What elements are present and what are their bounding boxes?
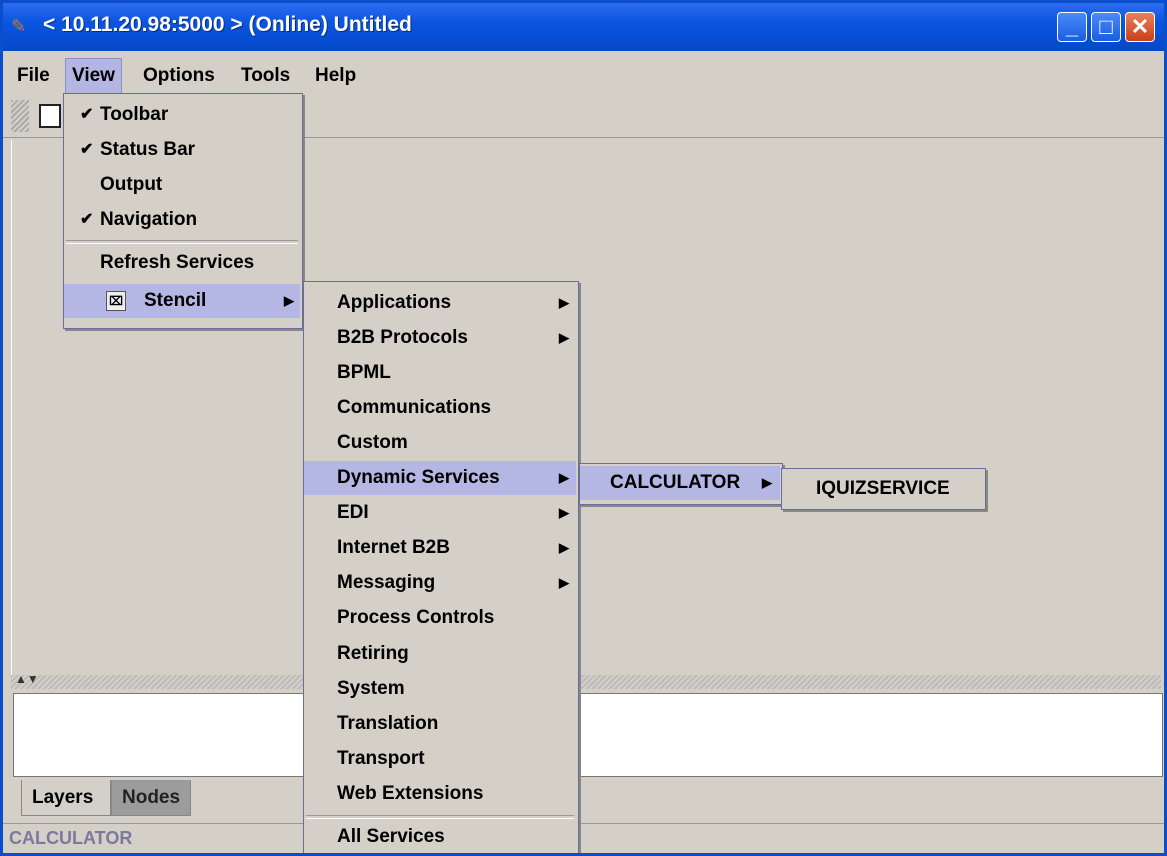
minimize-button[interactable]: _ xyxy=(1057,12,1087,42)
toolbar-grip[interactable] xyxy=(11,100,29,132)
maximize-button[interactable]: □ xyxy=(1091,12,1121,42)
menu-item-toolbar[interactable]: ✔ Toolbar xyxy=(64,98,300,132)
tab-layers[interactable]: Layers xyxy=(21,780,111,816)
submenu-arrow-icon: ▶ xyxy=(284,293,294,308)
menu-item-messaging[interactable]: Messaging ▶ xyxy=(304,566,576,600)
menu-item-process-controls[interactable]: Process Controls xyxy=(304,601,576,635)
menu-file[interactable]: File xyxy=(11,58,56,94)
submenu-arrow-icon: ▶ xyxy=(559,505,569,520)
menu-item-stencil[interactable]: ⌧ Stencil ▶ xyxy=(64,284,300,318)
menu-item-b2b-protocols[interactable]: B2B Protocols ▶ xyxy=(304,321,576,355)
menu-separator xyxy=(66,240,298,244)
menu-tools[interactable]: Tools xyxy=(235,58,296,94)
menu-item-bpml[interactable]: BPML xyxy=(304,356,576,390)
menu-item-status-bar[interactable]: ✔ Status Bar xyxy=(64,133,300,167)
checkbox-checked-icon: ✔ xyxy=(80,141,94,158)
menu-bar: File View Options Tools Help xyxy=(3,58,1164,94)
window-title: < 10.11.20.98:5000 > (Online) Untitled xyxy=(43,13,412,36)
submenu-arrow-icon: ▶ xyxy=(559,295,569,310)
menu-item-navigation[interactable]: ✔ Navigation xyxy=(64,203,300,237)
stencil-submenu: Applications ▶ B2B Protocols ▶ BPML Comm… xyxy=(303,281,579,853)
status-text: CALCULATOR xyxy=(9,828,133,848)
menu-item-all-services[interactable]: All Services xyxy=(304,820,576,853)
close-button[interactable]: ✕ xyxy=(1125,12,1155,42)
view-menu: ✔ Toolbar ✔ Status Bar Output ✔ Navigati… xyxy=(63,93,303,329)
new-document-icon[interactable] xyxy=(39,104,61,128)
menu-item-dynamic-services[interactable]: Dynamic Services ▶ xyxy=(304,461,576,495)
menu-item-iquizservice[interactable]: IQUIZSERVICE xyxy=(782,472,983,506)
menu-item-edi[interactable]: EDI ▶ xyxy=(304,496,576,530)
tab-nodes[interactable]: Nodes xyxy=(111,780,191,816)
menu-item-system[interactable]: System xyxy=(304,672,576,706)
menu-item-translation[interactable]: Translation xyxy=(304,707,576,741)
dynamic-services-submenu: CALCULATOR ▶ xyxy=(579,463,783,505)
checkbox-checked-icon: ✔ xyxy=(80,106,94,123)
minimize-icon: _ xyxy=(1065,14,1079,39)
application-window: ✎ < 10.11.20.98:5000 > (Online) Untitled… xyxy=(0,0,1167,856)
stencil-icon: ⌧ xyxy=(106,291,126,311)
menu-item-communications[interactable]: Communications xyxy=(304,391,576,425)
menu-item-applications[interactable]: Applications ▶ xyxy=(304,286,576,320)
submenu-arrow-icon: ▶ xyxy=(559,330,569,345)
menu-help[interactable]: Help xyxy=(309,58,362,94)
menu-item-custom[interactable]: Custom xyxy=(304,426,576,460)
status-bar: CALCULATOR xyxy=(3,823,1164,853)
app-icon: ✎ xyxy=(11,16,27,36)
calculator-submenu: IQUIZSERVICE xyxy=(781,468,986,510)
output-pane[interactable] xyxy=(13,693,1163,777)
menu-view[interactable]: View xyxy=(65,58,122,94)
menu-item-retiring[interactable]: Retiring xyxy=(304,637,576,671)
menu-separator xyxy=(306,815,574,819)
menu-item-web-extensions[interactable]: Web Extensions xyxy=(304,777,576,811)
menu-item-calculator[interactable]: CALCULATOR ▶ xyxy=(580,466,780,500)
submenu-arrow-icon: ▶ xyxy=(762,475,772,490)
menu-item-internet-b2b[interactable]: Internet B2B ▶ xyxy=(304,531,576,565)
splitter-arrows-icon[interactable]: ▲▼ xyxy=(15,672,39,686)
title-bar[interactable]: ✎ < 10.11.20.98:5000 > (Online) Untitled… xyxy=(3,3,1164,51)
close-icon: ✕ xyxy=(1130,14,1150,39)
menu-item-refresh-services[interactable]: Refresh Services xyxy=(64,246,300,280)
submenu-arrow-icon: ▶ xyxy=(559,470,569,485)
submenu-arrow-icon: ▶ xyxy=(559,540,569,555)
pane-splitter[interactable]: ▲▼ xyxy=(11,672,1161,689)
maximize-icon: □ xyxy=(1099,14,1113,39)
menu-item-transport[interactable]: Transport xyxy=(304,742,576,776)
menu-item-output[interactable]: Output xyxy=(64,168,300,202)
menu-options[interactable]: Options xyxy=(137,58,221,94)
checkbox-checked-icon: ✔ xyxy=(80,211,94,228)
submenu-arrow-icon: ▶ xyxy=(559,575,569,590)
